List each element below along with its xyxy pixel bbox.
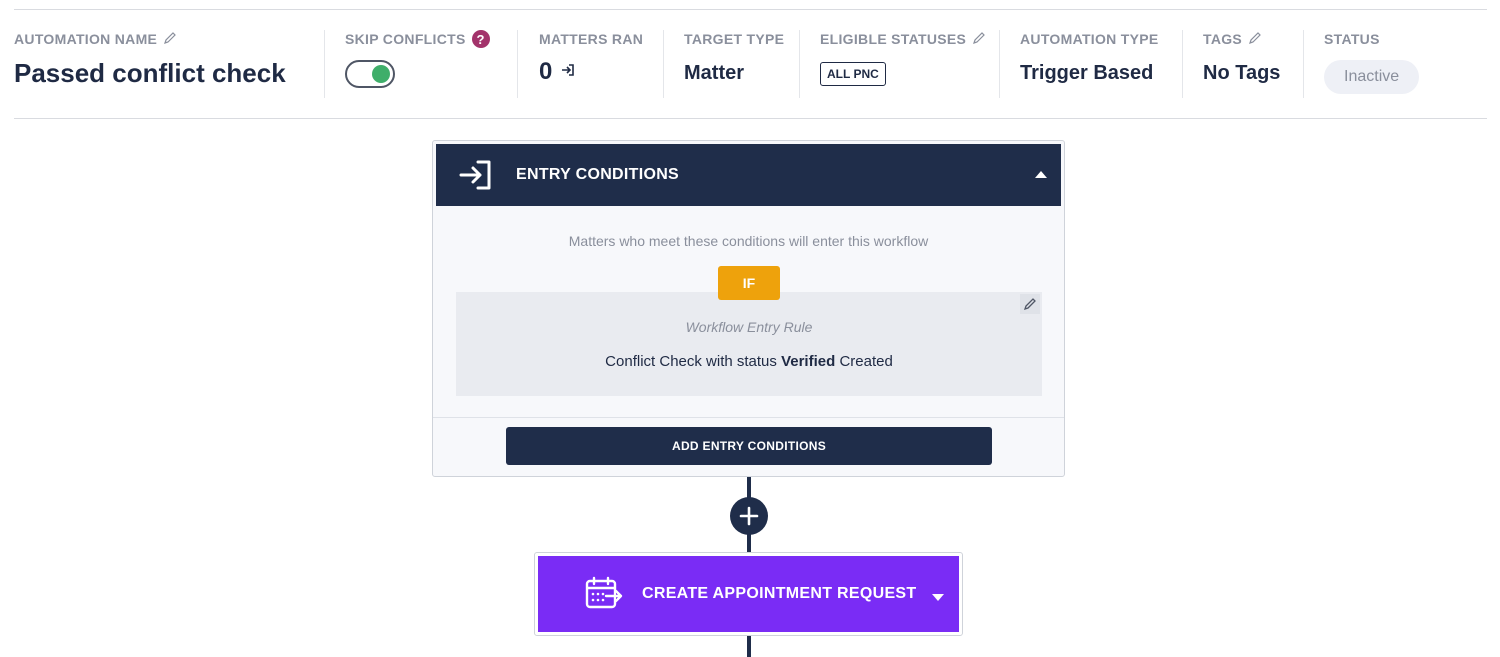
matters-ran-label: MATTERS RAN (539, 31, 644, 47)
create-appointment-request-card: CREATE APPOINTMENT REQUEST (534, 552, 963, 636)
column-divider (1182, 30, 1183, 98)
rule-suffix: Created (839, 353, 893, 370)
calendar-arrow-icon (585, 576, 623, 609)
top-divider (14, 9, 1487, 10)
eligible-statuses-field: ELIGIBLE STATUSES ALL PNC (820, 28, 986, 100)
help-icon[interactable]: ? (471, 30, 490, 48)
automation-type-label: AUTOMATION TYPE (1020, 31, 1159, 47)
column-divider (663, 30, 664, 98)
entry-conditions-header[interactable]: ENTRY CONDITIONS (436, 144, 1061, 206)
flow-connector (747, 533, 751, 553)
automation-type-value: Trigger Based (1020, 62, 1154, 84)
eligible-statuses-label: ELIGIBLE STATUSES (820, 31, 967, 47)
pencil-icon[interactable] (1248, 31, 1262, 48)
status-badge: Inactive (1324, 60, 1420, 94)
tags-label: TAGS (1203, 31, 1243, 47)
column-divider (517, 30, 518, 98)
automation-type-field: AUTOMATION TYPE Trigger Based (1020, 28, 1159, 100)
tags-field: TAGS No Tags (1203, 28, 1280, 100)
matters-ran-value: 0 (539, 58, 553, 85)
automation-name-field: AUTOMATION NAME Passed conflict check (14, 28, 286, 100)
status-chip: ALL PNC (820, 62, 886, 86)
rule-text: Conflict Check with status Verified Crea… (456, 353, 1042, 370)
enter-icon (459, 160, 491, 190)
entry-divider (433, 417, 1064, 418)
column-divider (1303, 30, 1304, 98)
rule-status: Verified (781, 353, 836, 370)
caret-up-icon[interactable] (1035, 171, 1047, 178)
flow-connector (747, 636, 751, 657)
create-appointment-request-title: CREATE APPOINTMENT REQUEST (642, 585, 917, 602)
matters-ran-field: MATTERS RAN 0 (539, 28, 643, 100)
caret-down-icon[interactable] (932, 594, 944, 601)
entry-conditions-title: ENTRY CONDITIONS (516, 166, 680, 183)
skip-conflicts-field: SKIP CONFLICTS ? (345, 28, 490, 100)
rule-prefix: Conflict Check with status (605, 353, 777, 370)
column-divider (999, 30, 1000, 98)
entry-rule-box: Workflow Entry Rule Conflict Check with … (456, 292, 1042, 396)
target-type-field: TARGET TYPE Matter (684, 28, 784, 100)
pencil-icon[interactable] (972, 31, 986, 48)
skip-conflicts-label: SKIP CONFLICTS (345, 31, 466, 47)
status-label: STATUS (1324, 31, 1380, 47)
edit-icon[interactable] (1020, 294, 1040, 314)
tags-value: No Tags (1203, 62, 1281, 84)
skip-conflicts-toggle[interactable] (345, 60, 395, 88)
target-type-label: TARGET TYPE (684, 31, 785, 47)
entry-description: Matters who meet these conditions will e… (568, 233, 929, 249)
header-divider (14, 118, 1487, 119)
plus-icon[interactable] (730, 497, 768, 535)
add-entry-conditions-button[interactable]: ADD ENTRY CONDITIONS (506, 427, 992, 465)
toggle-knob (372, 65, 390, 83)
pencil-icon[interactable] (163, 31, 177, 48)
rule-title: Workflow Entry Rule (685, 319, 813, 335)
automation-name-value[interactable]: Passed conflict check (14, 58, 286, 89)
entry-conditions-card: ENTRY CONDITIONS Matters who meet these … (432, 140, 1065, 477)
automation-name-label: AUTOMATION NAME (14, 31, 158, 47)
create-appointment-request-header[interactable]: CREATE APPOINTMENT REQUEST (538, 556, 959, 632)
enter-icon[interactable] (560, 62, 576, 83)
automation-header: AUTOMATION NAME Passed conflict check SK… (0, 28, 1500, 100)
column-divider (324, 30, 325, 98)
column-divider (799, 30, 800, 98)
if-badge: IF (718, 266, 780, 300)
flow-connector (747, 477, 751, 499)
status-field: STATUS Inactive (1324, 28, 1420, 100)
target-type-value: Matter (684, 62, 745, 84)
